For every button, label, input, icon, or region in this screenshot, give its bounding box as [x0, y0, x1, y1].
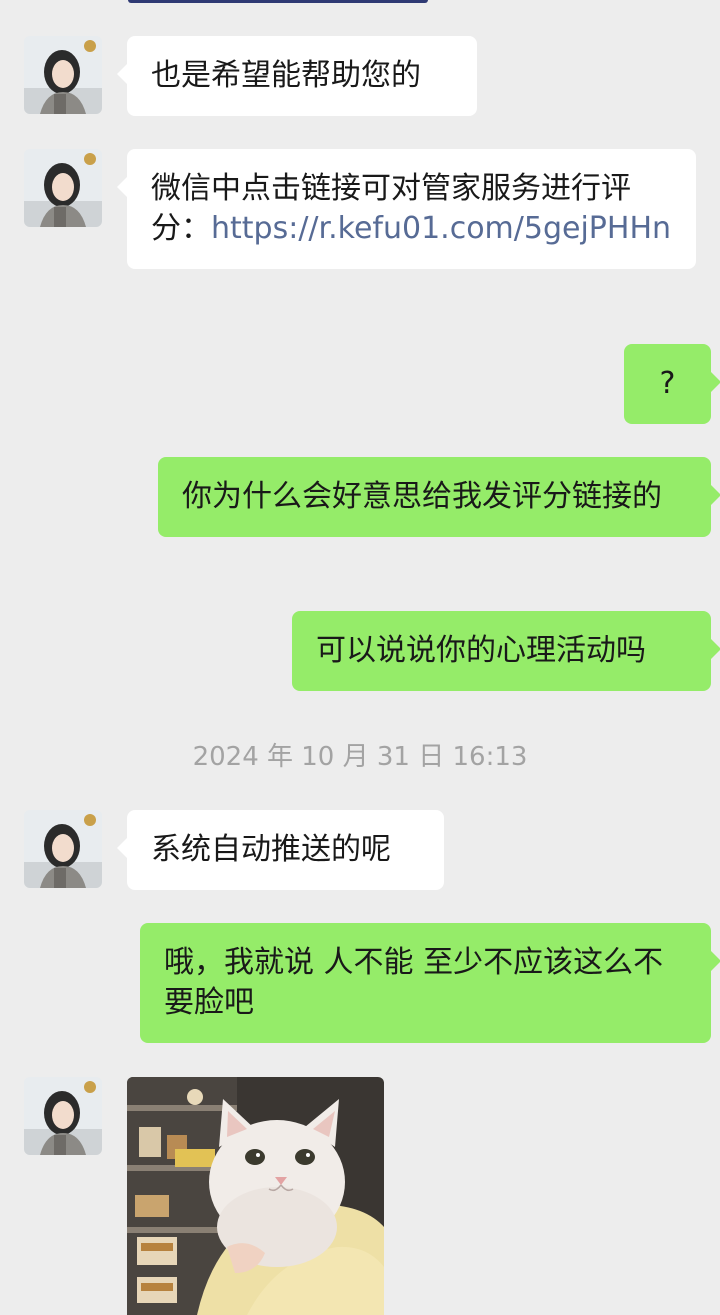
- rating-link[interactable]: https://r.kefu01.com/5gejPHHn: [211, 211, 671, 246]
- message-text: 哦，我就说 人不能 至少不应该这么不要脸吧: [164, 945, 664, 1020]
- outgoing-message[interactable]: 哦，我就说 人不能 至少不应该这么不要脸吧: [140, 923, 720, 1043]
- contact-avatar[interactable]: [24, 149, 102, 227]
- outgoing-message[interactable]: ?: [624, 344, 720, 424]
- contact-avatar-image: [24, 1077, 102, 1155]
- outgoing-message[interactable]: 可以说说你的心理活动吗: [292, 611, 720, 691]
- message-text: 也是希望能帮助您的: [151, 58, 421, 93]
- contact-avatar[interactable]: [24, 36, 102, 114]
- message-text: 你为什么会好意思给我发评分链接的: [182, 479, 662, 514]
- contact-avatar[interactable]: [24, 810, 102, 888]
- outgoing-message[interactable]: 你为什么会好意思给我发评分链接的: [158, 457, 720, 537]
- contact-avatar-image: [24, 810, 102, 888]
- white-cat-photo: [127, 1077, 384, 1315]
- message-text: ?: [659, 366, 676, 401]
- contact-avatar-image: [24, 36, 102, 114]
- chat-timestamp: 2024 年 10 月 31 日 16:13: [192, 742, 528, 772]
- contact-avatar-image: [24, 149, 102, 227]
- incoming-message[interactable]: 系统自动推送的呢: [117, 810, 444, 890]
- incoming-message[interactable]: 也是希望能帮助您的: [117, 36, 477, 116]
- incoming-message[interactable]: 微信中点击链接可对管家服务进行评分：https://r.kefu01.com/5…: [117, 149, 696, 269]
- message-text: 系统自动推送的呢: [151, 832, 391, 867]
- contact-avatar[interactable]: [24, 1077, 102, 1155]
- image-message[interactable]: [127, 1077, 384, 1315]
- previous-message-edge: [128, 0, 428, 3]
- message-text: 可以说说你的心理活动吗: [316, 633, 646, 668]
